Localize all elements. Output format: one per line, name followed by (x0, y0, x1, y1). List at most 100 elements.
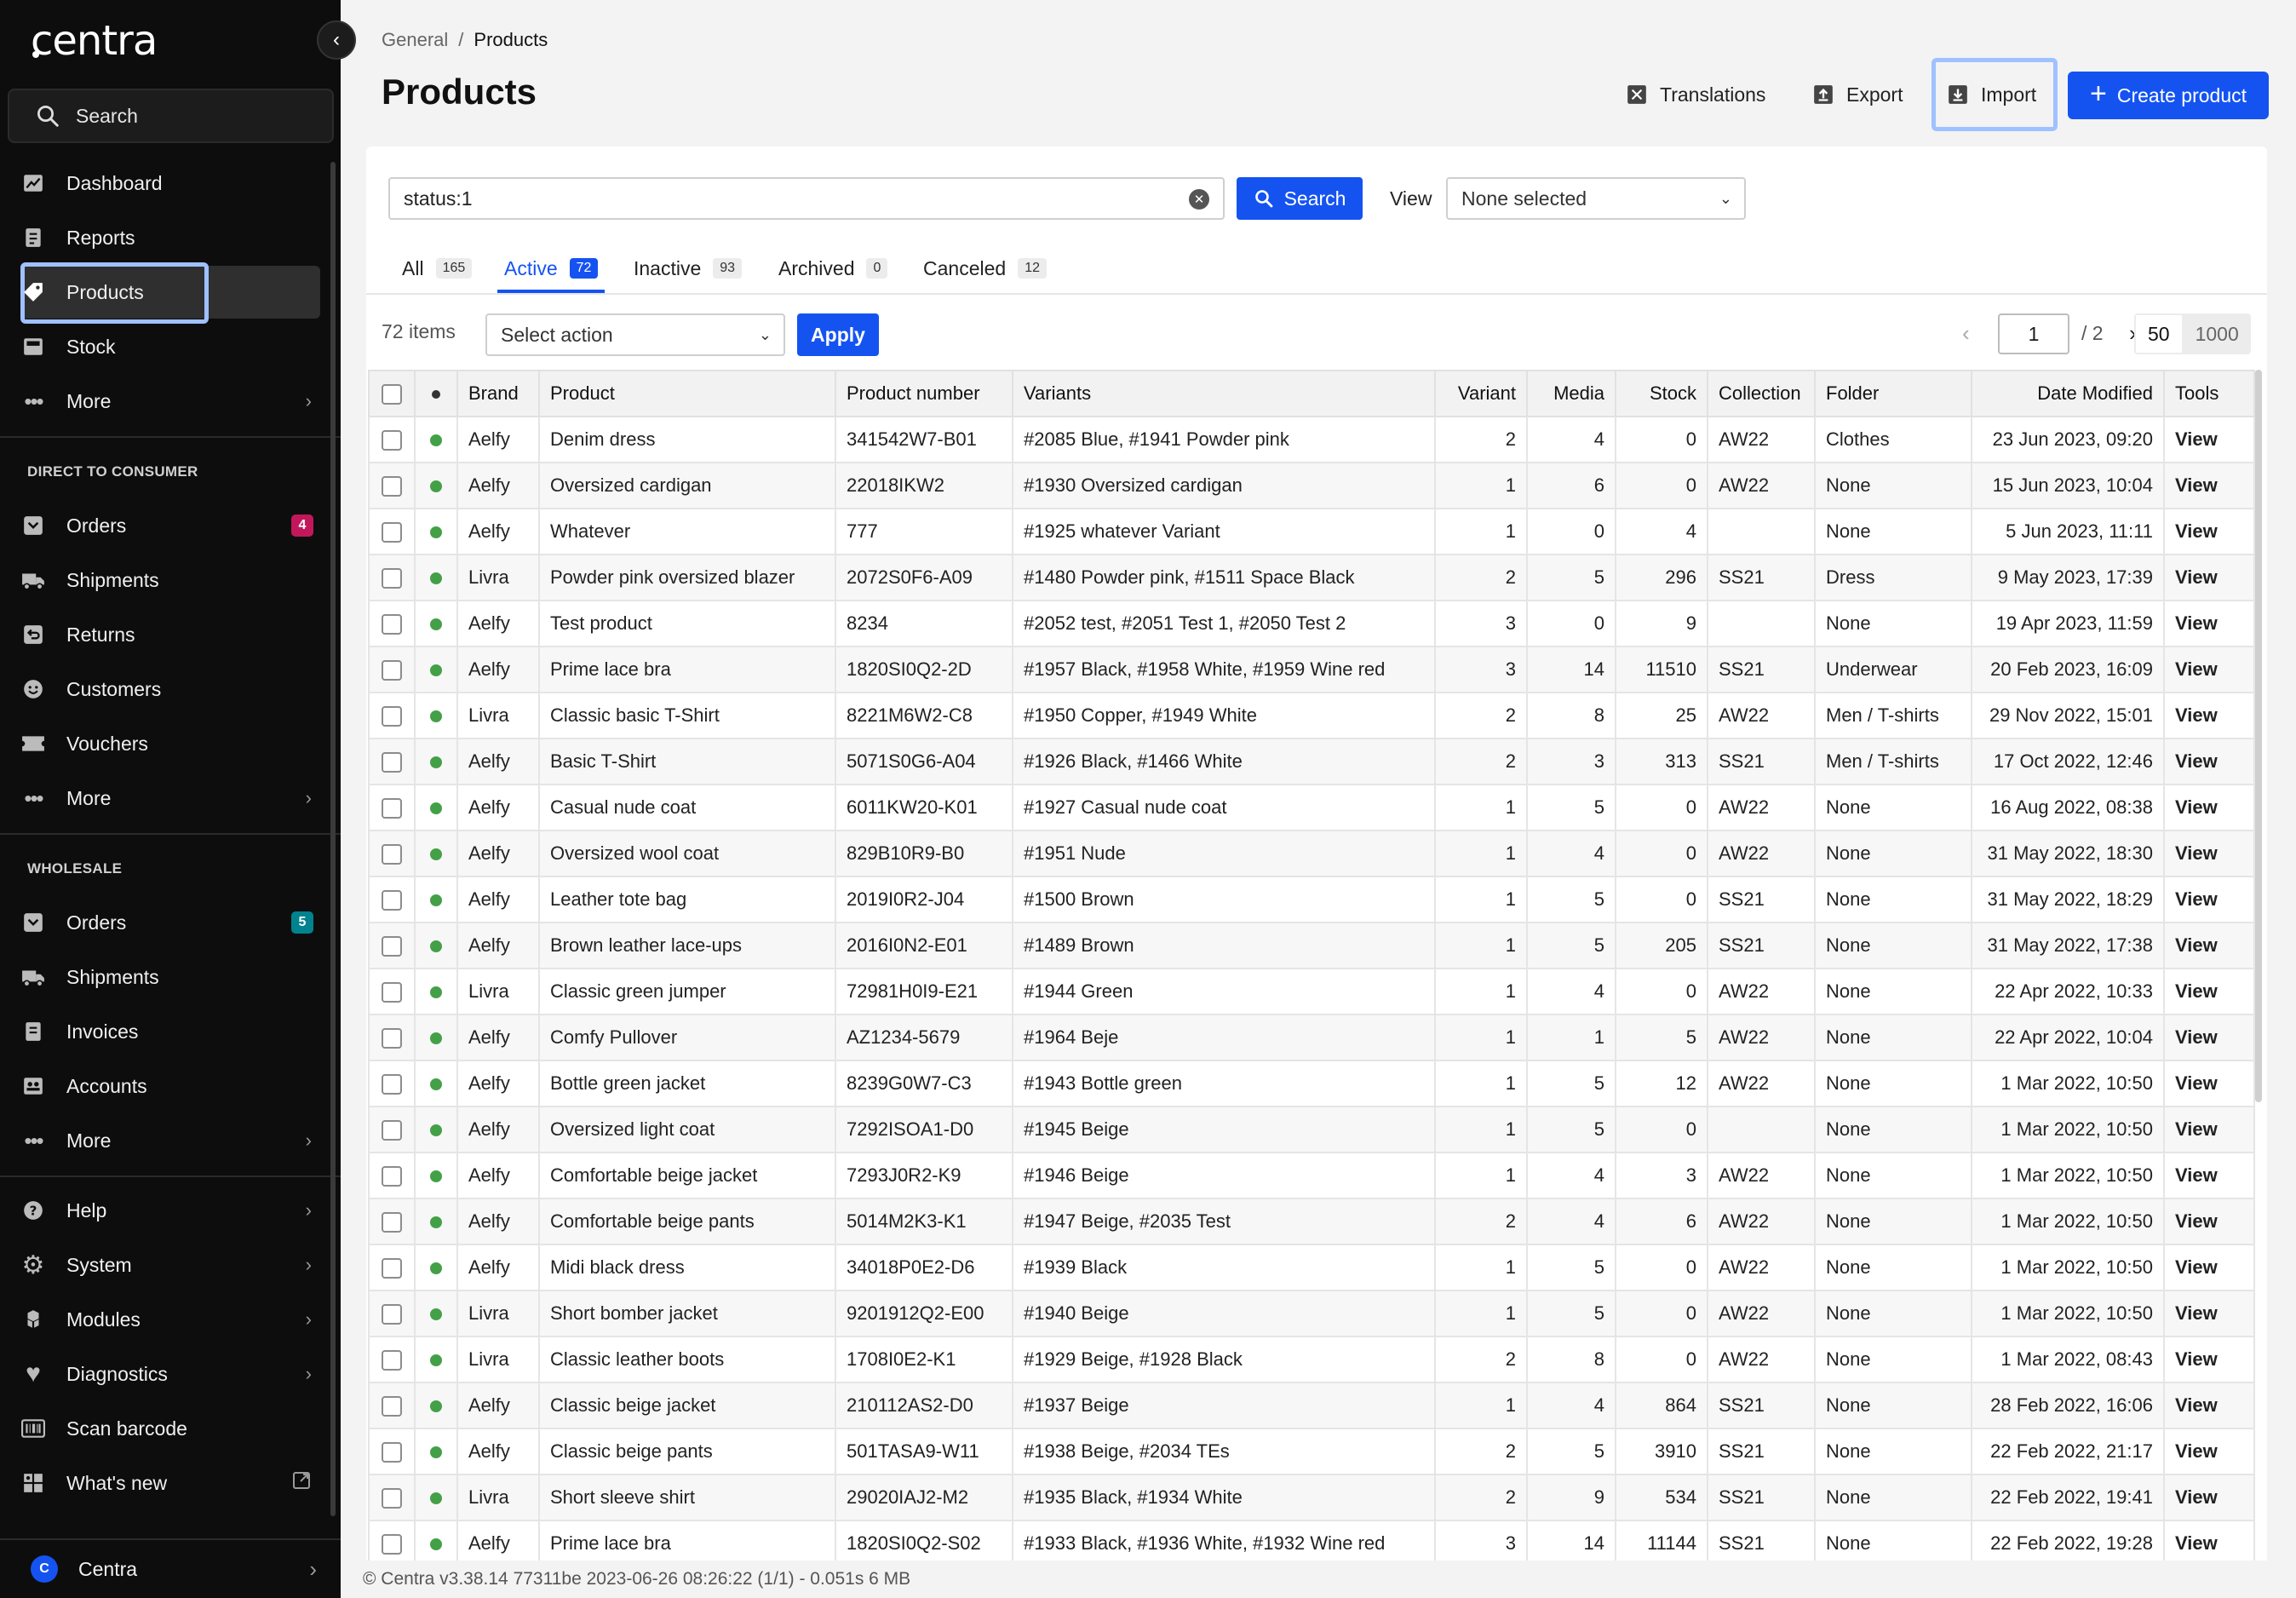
column-header-media[interactable]: Media (1526, 370, 1616, 417)
sidebar-item-dtc-orders[interactable]: Orders 4 (20, 500, 320, 551)
row-checkbox[interactable] (368, 1520, 416, 1561)
table-row[interactable]: Aelfy Prime lace bra 1820SI0Q2-S02 #1933 Bl… (368, 1520, 2255, 1561)
view-link[interactable]: View (2163, 646, 2255, 693)
product-cell[interactable]: Classic basic T-Shirt (538, 692, 836, 739)
tab-active[interactable]: Active 72 (497, 245, 606, 293)
view-link[interactable]: View (2163, 968, 2255, 1015)
table-row[interactable]: Livra Short sleeve shirt 29020IAJ2-M2 #1935… (368, 1474, 2255, 1521)
column-header-collection[interactable]: Collection (1707, 370, 1816, 417)
page-size-50[interactable]: 50 (2134, 313, 2184, 354)
row-checkbox[interactable] (368, 462, 416, 509)
product-cell[interactable]: Comfy Pullover (538, 1014, 836, 1061)
view-link[interactable]: View (2163, 1336, 2255, 1383)
column-header-product-number[interactable]: Product number (835, 370, 1013, 417)
product-cell[interactable]: Bottle green jacket (538, 1060, 836, 1107)
table-row[interactable]: Aelfy Classic beige jacket 210112AS2-D0 #19… (368, 1382, 2255, 1429)
row-checkbox[interactable] (368, 1106, 416, 1153)
view-select[interactable]: None selected ⌄ (1446, 177, 1746, 220)
product-cell[interactable]: Classic beige pants (538, 1428, 836, 1475)
product-cell[interactable]: Casual nude coat (538, 784, 836, 831)
column-header-folder[interactable]: Folder (1814, 370, 1972, 417)
sidebar-item-modules[interactable]: Modules › (20, 1294, 320, 1345)
view-link[interactable]: View (2163, 692, 2255, 739)
sidebar-item-help[interactable]: ? Help › (20, 1185, 320, 1236)
select-all-checkbox[interactable] (368, 370, 416, 417)
sidebar-item-stock[interactable]: Stock (20, 321, 320, 372)
row-checkbox[interactable] (368, 830, 416, 877)
product-cell[interactable]: Basic T-Shirt (538, 738, 836, 785)
row-checkbox[interactable] (368, 646, 416, 693)
table-row[interactable]: Aelfy Test product 8234 #2052 test, #2051 T… (368, 600, 2255, 647)
row-checkbox[interactable] (368, 416, 416, 463)
product-cell[interactable]: Oversized light coat (538, 1106, 836, 1153)
product-cell[interactable]: Oversized wool coat (538, 830, 836, 877)
sidebar-item-ws-shipments[interactable]: Shipments (20, 951, 320, 1003)
table-row[interactable]: Livra Classic basic T-Shirt 8221M6W2-C8 #19… (368, 692, 2255, 739)
product-cell[interactable]: Classic leather boots (538, 1336, 836, 1383)
column-header-product[interactable]: Product (538, 370, 836, 417)
sidebar-item-scan-barcode[interactable]: Scan barcode (20, 1403, 320, 1454)
view-link[interactable]: View (2163, 876, 2255, 923)
table-row[interactable]: Livra Classic leather boots 1708I0E2-K1 #19… (368, 1336, 2255, 1383)
table-row[interactable]: Aelfy Prime lace bra 1820SI0Q2-2D #1957 Bla… (368, 646, 2255, 693)
product-cell[interactable]: Whatever (538, 508, 836, 555)
table-row[interactable]: Aelfy Midi black dress 34018P0E2-D6 #1939 B… (368, 1244, 2255, 1291)
product-cell[interactable]: Test product (538, 600, 836, 647)
table-row[interactable]: Aelfy Brown leather lace-ups 2016I0N2-E01 #… (368, 922, 2255, 969)
product-cell[interactable]: Classic beige jacket (538, 1382, 836, 1429)
row-checkbox[interactable] (368, 1244, 416, 1291)
sidebar-item-dtc-vouchers[interactable]: Vouchers (20, 718, 320, 769)
account-switcher[interactable]: C Centra › (0, 1538, 341, 1598)
row-checkbox[interactable] (368, 1336, 416, 1383)
sidebar-item-more[interactable]: ••• More › (20, 376, 320, 427)
view-link[interactable]: View (2163, 1382, 2255, 1429)
row-checkbox[interactable] (368, 876, 416, 923)
sidebar-item-dtc-more[interactable]: ••• More › (20, 773, 320, 824)
view-link[interactable]: View (2163, 508, 2255, 555)
tab-canceled[interactable]: Canceled 12 (923, 245, 1047, 291)
view-link[interactable]: View (2163, 600, 2255, 647)
row-checkbox[interactable] (368, 738, 416, 785)
table-row[interactable]: Aelfy Comfy Pullover AZ1234-5679 #1964 Beje… (368, 1014, 2255, 1061)
row-checkbox[interactable] (368, 968, 416, 1015)
column-header-brand[interactable]: Brand (456, 370, 540, 417)
tab-archived[interactable]: Archived 0 (778, 245, 888, 291)
row-checkbox[interactable] (368, 1382, 416, 1429)
view-link[interactable]: View (2163, 1474, 2255, 1521)
page-input[interactable]: 1 (1998, 313, 2069, 354)
sidebar-item-dashboard[interactable]: Dashboard (20, 158, 320, 209)
view-link[interactable]: View (2163, 922, 2255, 969)
row-checkbox[interactable] (368, 600, 416, 647)
product-cell[interactable]: Comfortable beige jacket (538, 1152, 836, 1199)
table-row[interactable]: Aelfy Oversized light coat 7292ISOA1-D0 #19… (368, 1106, 2255, 1153)
table-row[interactable]: Aelfy Casual nude coat 6011KW20-K01 #1927 C… (368, 784, 2255, 831)
row-checkbox[interactable] (368, 692, 416, 739)
view-link[interactable]: View (2163, 1290, 2255, 1337)
sidebar-item-reports[interactable]: Reports (20, 212, 320, 263)
product-cell[interactable]: Classic green jumper (538, 968, 836, 1015)
sidebar-item-ws-more[interactable]: ••• More › (20, 1115, 320, 1166)
view-link[interactable]: View (2163, 784, 2255, 831)
search-button[interactable]: Search (1237, 177, 1363, 220)
product-cell[interactable]: Prime lace bra (538, 1520, 836, 1561)
product-cell[interactable]: Leather tote bag (538, 876, 836, 923)
product-cell[interactable]: Oversized cardigan (538, 462, 836, 509)
product-cell[interactable]: Midi black dress (538, 1244, 836, 1291)
table-row[interactable]: Aelfy Comfortable beige jacket 7293J0R2-K9… (368, 1152, 2255, 1199)
table-row[interactable]: Aelfy Whatever 777 #1925 whatever Variant 1 0… (368, 508, 2255, 555)
row-checkbox[interactable] (368, 508, 416, 555)
row-checkbox[interactable] (368, 1290, 416, 1337)
view-link[interactable]: View (2163, 554, 2255, 601)
product-cell[interactable]: Short bomber jacket (538, 1290, 836, 1337)
product-cell[interactable]: Brown leather lace-ups (538, 922, 836, 969)
filter-input[interactable]: status:1 ✕ (388, 177, 1225, 220)
row-checkbox[interactable] (368, 1198, 416, 1245)
product-cell[interactable]: Powder pink oversized blazer (538, 554, 836, 601)
table-row[interactable]: Livra Short bomber jacket 9201912Q2-E00 #19… (368, 1290, 2255, 1337)
row-checkbox[interactable] (368, 1152, 416, 1199)
column-header-variants[interactable]: Variants (1012, 370, 1436, 417)
table-row[interactable]: Livra Powder pink oversized blazer 2072S0F… (368, 554, 2255, 601)
table-row[interactable]: Livra Classic green jumper 72981H0I9-E21 #1… (368, 968, 2255, 1015)
product-cell[interactable]: Prime lace bra (538, 646, 836, 693)
view-link[interactable]: View (2163, 1428, 2255, 1475)
